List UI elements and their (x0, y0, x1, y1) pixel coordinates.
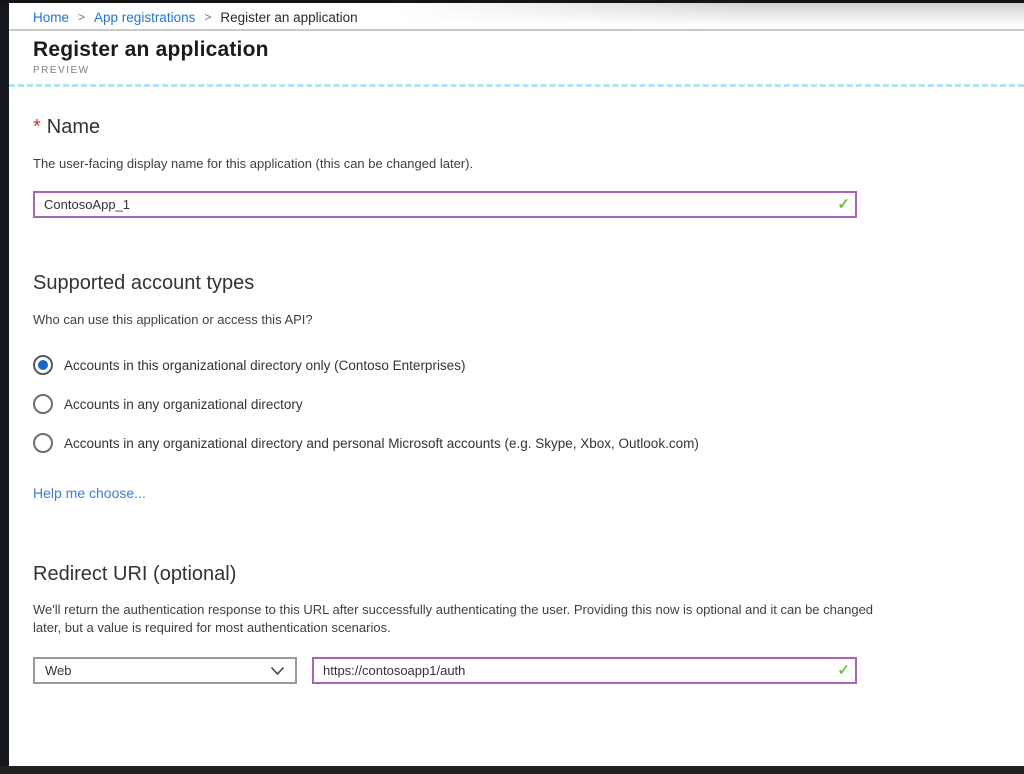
chevron-down-icon (270, 666, 285, 676)
redirect-type-select[interactable]: Web (33, 657, 297, 684)
radio-option-label: Accounts in any organizational directory (64, 397, 303, 412)
radio-option-any-org-and-personal[interactable]: Accounts in any organizational directory… (33, 432, 1000, 454)
help-me-choose-link[interactable]: Help me choose... (33, 485, 146, 501)
breadcrumb-link-app-registrations[interactable]: App registrations (94, 10, 195, 25)
breadcrumb-link-home[interactable]: Home (33, 10, 69, 25)
name-section-title: * Name (33, 115, 1000, 139)
name-description: The user-facing display name for this ap… (33, 155, 1000, 172)
breadcrumb-separator: > (78, 10, 85, 24)
radio-option-label: Accounts in any organizational directory… (64, 436, 699, 451)
radio-button-icon[interactable] (33, 433, 53, 453)
redirect-uri-title: Redirect URI (optional) (33, 562, 1000, 586)
account-types-question: Who can use this application or access t… (33, 311, 1000, 328)
redirect-uri-controls: Web ✓ (33, 657, 1000, 684)
account-types-title: Supported account types (33, 271, 1000, 295)
breadcrumb-separator: > (204, 10, 211, 24)
radio-option-label: Accounts in this organizational director… (64, 358, 465, 373)
blade-header: Register an application PREVIEW (9, 31, 1024, 84)
window-top-edge (0, 0, 1024, 3)
radio-button-icon[interactable] (33, 355, 53, 375)
window-left-edge (0, 0, 9, 774)
radio-option-any-org-directory[interactable]: Accounts in any organizational directory (33, 393, 1000, 415)
radio-option-org-directory-only[interactable]: Accounts in this organizational director… (33, 354, 1000, 376)
blade-content: * Name The user-facing display name for t… (9, 84, 1024, 764)
page-title: Register an application (33, 38, 1024, 62)
preview-badge: PREVIEW (33, 65, 1024, 76)
required-marker: * (33, 116, 41, 138)
name-input-container: ✓ (33, 191, 857, 218)
redirect-uri-input-container: ✓ (312, 657, 857, 684)
window-bottom-edge (0, 766, 1024, 774)
redirect-type-selected-value: Web (45, 663, 72, 678)
redirect-uri-input[interactable] (312, 657, 857, 684)
register-application-page: Home > App registrations > Register an a… (0, 0, 1024, 774)
radio-button-icon[interactable] (33, 394, 53, 414)
breadcrumb-current: Register an application (220, 10, 357, 25)
name-section-title-text: Name (47, 116, 100, 138)
name-input[interactable] (33, 191, 857, 218)
redirect-uri-description: We'll return the authentication response… (33, 601, 881, 637)
breadcrumb: Home > App registrations > Register an a… (9, 0, 1024, 31)
